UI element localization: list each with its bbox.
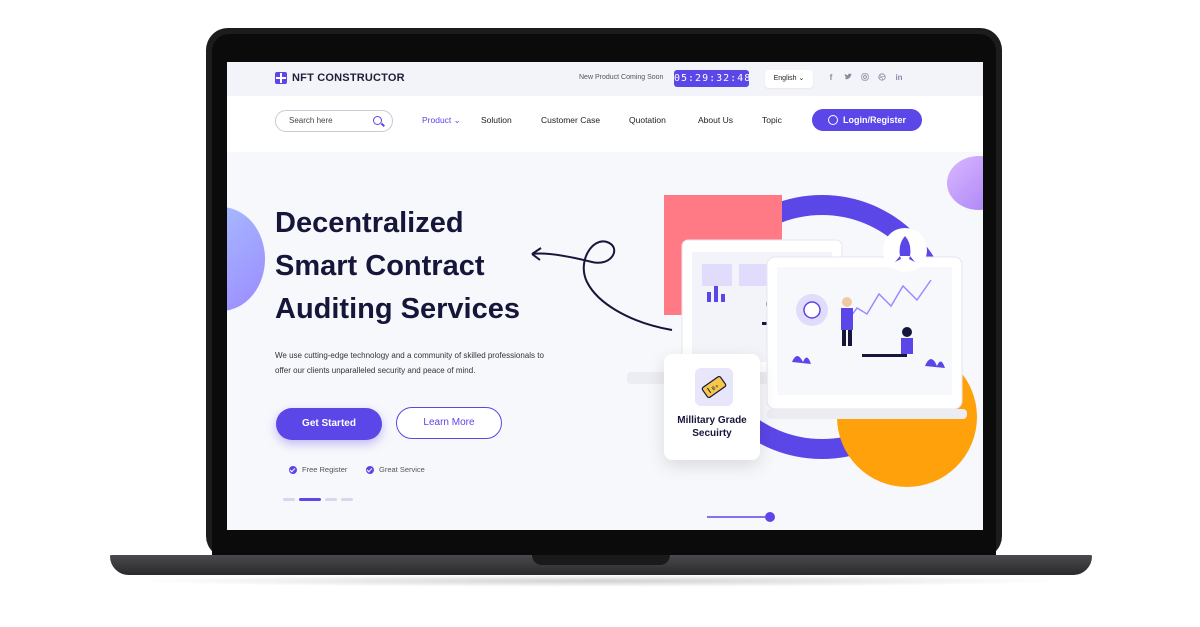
ticket-icon: B+ (695, 368, 733, 406)
nav-item-about-us[interactable]: About Us (698, 115, 733, 125)
instagram-icon[interactable] (861, 73, 869, 84)
hero-title: Decentralized Smart Contract Auditing Se… (275, 202, 520, 331)
security-card-label: Millitary Grade Secuirty (664, 414, 760, 440)
nav-item-topic[interactable]: Topic (762, 115, 782, 125)
decorative-circle-left (227, 207, 265, 311)
security-card: B+ Millitary Grade Secuirty (664, 354, 760, 460)
check-label: Free Register (302, 465, 348, 474)
curved-arrow (531, 240, 673, 331)
laptop-notch (532, 555, 670, 565)
security-card-line-2: Secuirty (692, 428, 732, 439)
check-icon (366, 465, 374, 474)
hero-title-line-2: Smart Contract (275, 250, 485, 282)
slider-dot[interactable] (325, 498, 337, 501)
login-label: Login/Register (842, 115, 906, 125)
security-card-line-1: Millitary Grade (677, 415, 747, 426)
get-started-button[interactable]: Get Started (276, 408, 382, 440)
hero-title-line-3: Auditing Services (275, 293, 520, 325)
nav-item-customer-case[interactable]: Customer Case (541, 115, 600, 125)
slider-dot-active[interactable] (299, 498, 321, 501)
facebook-icon[interactable]: f (827, 73, 835, 84)
laptop-shadow (130, 575, 1070, 587)
social-links: f in (827, 73, 903, 84)
hero-title-line-1: Decentralized (275, 207, 464, 239)
user-icon (827, 115, 838, 125)
dribbble-icon[interactable] (878, 73, 886, 84)
search-placeholder: Search here (289, 116, 333, 125)
nav-item-quotation[interactable]: Quotation (629, 115, 666, 125)
linkedin-icon[interactable]: in (895, 73, 903, 84)
login-register-button[interactable]: Login/Register (812, 109, 922, 131)
slider-dot[interactable] (341, 498, 353, 501)
nav-bar: Search here Product ⌄ Solution Customer … (227, 96, 983, 152)
hero-description: We use cutting-edge technology and a com… (275, 351, 544, 375)
logo-icon (275, 72, 287, 84)
logo[interactable]: NFT CONSTRUCTOR (275, 72, 405, 84)
coming-soon-text: New Product Coming Soon (579, 74, 664, 81)
learn-more-button[interactable]: Learn More (396, 407, 502, 439)
search-icon[interactable] (373, 116, 382, 125)
check-great-service: Great Service (366, 465, 425, 474)
nav-item-solution[interactable]: Solution (481, 115, 512, 125)
check-label: Great Service (379, 465, 425, 474)
top-bar: NFT CONSTRUCTOR New Product Coming Soon … (227, 62, 983, 96)
twitter-icon[interactable] (844, 73, 852, 84)
countdown-timer: 05:29:32:48 (674, 70, 750, 87)
search-input[interactable]: Search here (275, 110, 393, 132)
logo-text: NFT CONSTRUCTOR (292, 72, 405, 84)
nav-item-product[interactable]: Product ⌄ (422, 115, 461, 126)
language-select[interactable]: English ⌄ (765, 70, 813, 88)
laptop-screen: NFT CONSTRUCTOR New Product Coming Soon … (227, 62, 983, 530)
slider-dots (283, 498, 353, 501)
check-icon (289, 465, 297, 474)
check-free-register: Free Register (289, 465, 347, 474)
slider-dot[interactable] (283, 498, 295, 501)
